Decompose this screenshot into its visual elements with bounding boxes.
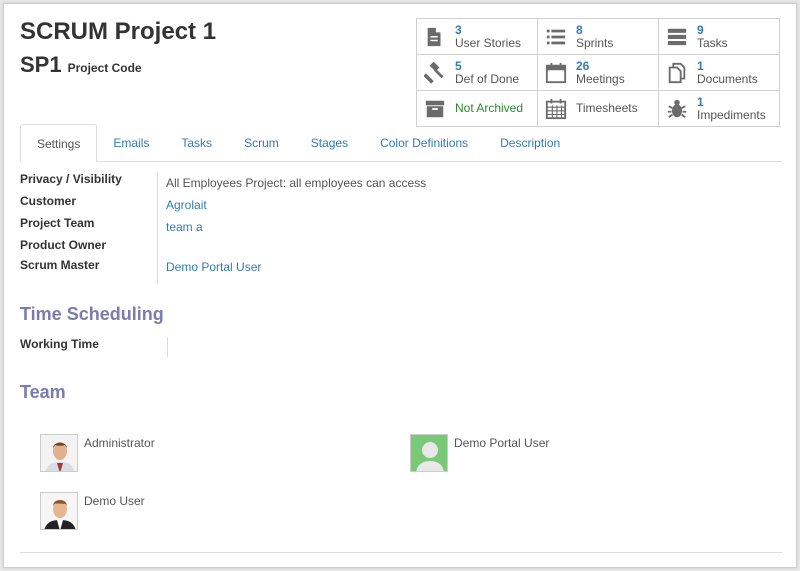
tab-color-definitions[interactable]: Color Definitions (364, 124, 484, 162)
avatar (410, 434, 448, 472)
timesheets-button[interactable]: Timesheets (537, 90, 659, 127)
team-member-card[interactable]: Demo Portal User (410, 434, 549, 472)
scrum-master-link[interactable]: Demo Portal User (158, 260, 261, 284)
def-of-done-count: 5 (455, 58, 462, 73)
calendar-icon (544, 61, 568, 85)
meetings-button[interactable]: 26 Meetings (537, 54, 659, 91)
project-team-link[interactable]: team a (158, 220, 203, 238)
book-icon (423, 25, 447, 49)
project-title: SCRUM Project 1 (20, 18, 217, 45)
project-team-row: Project Team team a (20, 216, 620, 238)
avatar (40, 492, 78, 530)
meetings-count: 26 (576, 58, 590, 73)
gavel-icon (423, 61, 447, 85)
team-member-card[interactable]: Administrator (40, 434, 155, 472)
customer-link[interactable]: Agrolait (158, 198, 207, 216)
tasks-button[interactable]: 9 Tasks (658, 18, 780, 55)
team-member-name: Demo User (84, 494, 145, 508)
list-icon (544, 25, 568, 49)
bug-icon (665, 97, 689, 121)
team-member-name: Demo Portal User (454, 436, 550, 450)
sprints-button[interactable]: 8 Sprints (537, 18, 659, 55)
archive-toggle-button[interactable]: Not Archived (416, 90, 538, 127)
product-owner-value[interactable] (158, 238, 166, 258)
def-of-done-button[interactable]: 5 Def of Done (416, 54, 538, 91)
user-stories-count: 3 (455, 22, 462, 37)
form-sheet: SCRUM Project 1 SP1 Project Code 3 User S… (3, 3, 797, 568)
impediments-count: 1 (697, 94, 704, 109)
privacy-label: Privacy / Visibility (20, 172, 158, 194)
privacy-row: Privacy / Visibility All Employees Proje… (20, 172, 620, 194)
form-tabs: Settings Emails Tasks Scrum Stages Color… (20, 124, 782, 162)
def-of-done-label: Def of Done (455, 71, 520, 86)
tab-stages[interactable]: Stages (295, 124, 364, 162)
project-code-row: SP1 Project Code (20, 52, 142, 78)
settings-fields: Privacy / Visibility All Employees Proje… (20, 172, 620, 284)
team-heading: Team (20, 382, 66, 402)
time-scheduling-fields: Working Time (20, 337, 620, 357)
project-code: SP1 (20, 52, 62, 77)
working-time-row: Working Time (20, 337, 620, 357)
time-scheduling-heading: Time Scheduling (20, 304, 164, 324)
project-team-label: Project Team (20, 216, 158, 238)
documents-button[interactable]: 1 Documents (658, 54, 780, 91)
tab-settings[interactable]: Settings (20, 124, 98, 162)
user-stories-label: User Stories (455, 35, 522, 50)
customer-label: Customer (20, 194, 158, 216)
product-owner-label: Product Owner (20, 238, 158, 258)
privacy-value[interactable]: All Employees Project: all employees can… (158, 176, 426, 194)
timesheets-label: Timesheets (576, 101, 638, 115)
sprints-label: Sprints (576, 35, 614, 50)
product-owner-row: Product Owner (20, 238, 620, 258)
tasks-icon (665, 25, 689, 49)
tab-description[interactable]: Description (484, 124, 576, 162)
archive-icon (423, 97, 447, 121)
documents-label: Documents (697, 71, 758, 86)
project-code-label: Project Code (67, 61, 142, 75)
impediments-button[interactable]: 1 Impediments (658, 90, 780, 127)
impediments-label: Impediments (697, 107, 766, 122)
avatar (40, 434, 78, 472)
meetings-label: Meetings (576, 71, 625, 86)
smart-buttons: 3 User Stories 8 Sprints 9 Tasks 5 Def of Do… (416, 18, 780, 127)
tab-tasks[interactable]: Tasks (165, 124, 228, 162)
form-divider (20, 552, 782, 553)
documents-count: 1 (697, 58, 704, 73)
tasks-label: Tasks (697, 35, 728, 50)
working-time-label: Working Time (20, 337, 168, 357)
documents-icon (665, 61, 689, 85)
team-member-name: Administrator (84, 436, 155, 450)
tab-emails[interactable]: Emails (97, 124, 165, 162)
scrum-master-label: Scrum Master (20, 258, 158, 284)
team-member-card[interactable]: Demo User (40, 492, 145, 530)
tasks-count: 9 (697, 22, 704, 37)
archive-status-label: Not Archived (455, 101, 524, 115)
user-stories-button[interactable]: 3 User Stories (416, 18, 538, 55)
tab-scrum[interactable]: Scrum (228, 124, 295, 162)
sprints-count: 8 (576, 22, 583, 37)
timesheet-icon (544, 97, 568, 121)
working-time-value[interactable] (168, 337, 176, 357)
scrum-master-row: Scrum Master Demo Portal User (20, 258, 620, 284)
customer-row: Customer Agrolait (20, 194, 620, 216)
